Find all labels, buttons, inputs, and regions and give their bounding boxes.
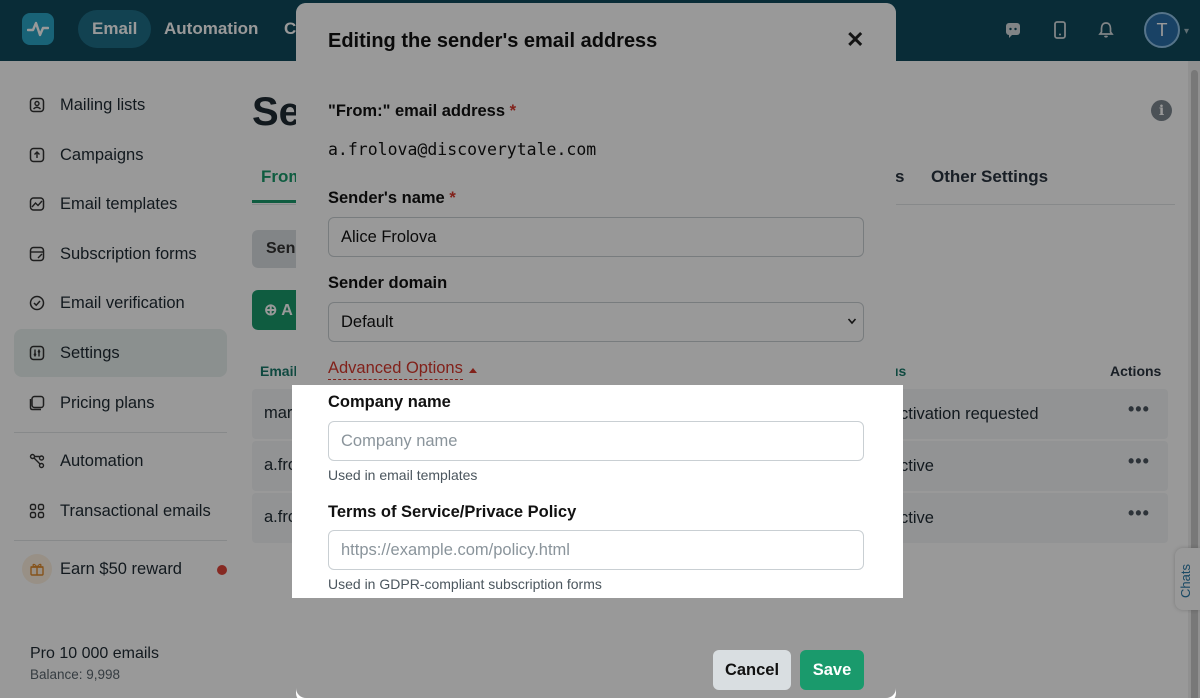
- cancel-button[interactable]: Cancel: [713, 650, 791, 690]
- save-button[interactable]: Save: [800, 650, 864, 690]
- tos-label: Terms of Service/Privace Policy: [328, 503, 577, 521]
- tos-hint: Used in GDPR-compliant subscription form…: [328, 576, 602, 592]
- company-name-input[interactable]: Company name: [328, 421, 864, 461]
- tos-url-input[interactable]: https://example.com/policy.html: [328, 530, 864, 570]
- company-name-hint: Used in email templates: [328, 467, 478, 483]
- company-name-label: Company name: [328, 393, 451, 411]
